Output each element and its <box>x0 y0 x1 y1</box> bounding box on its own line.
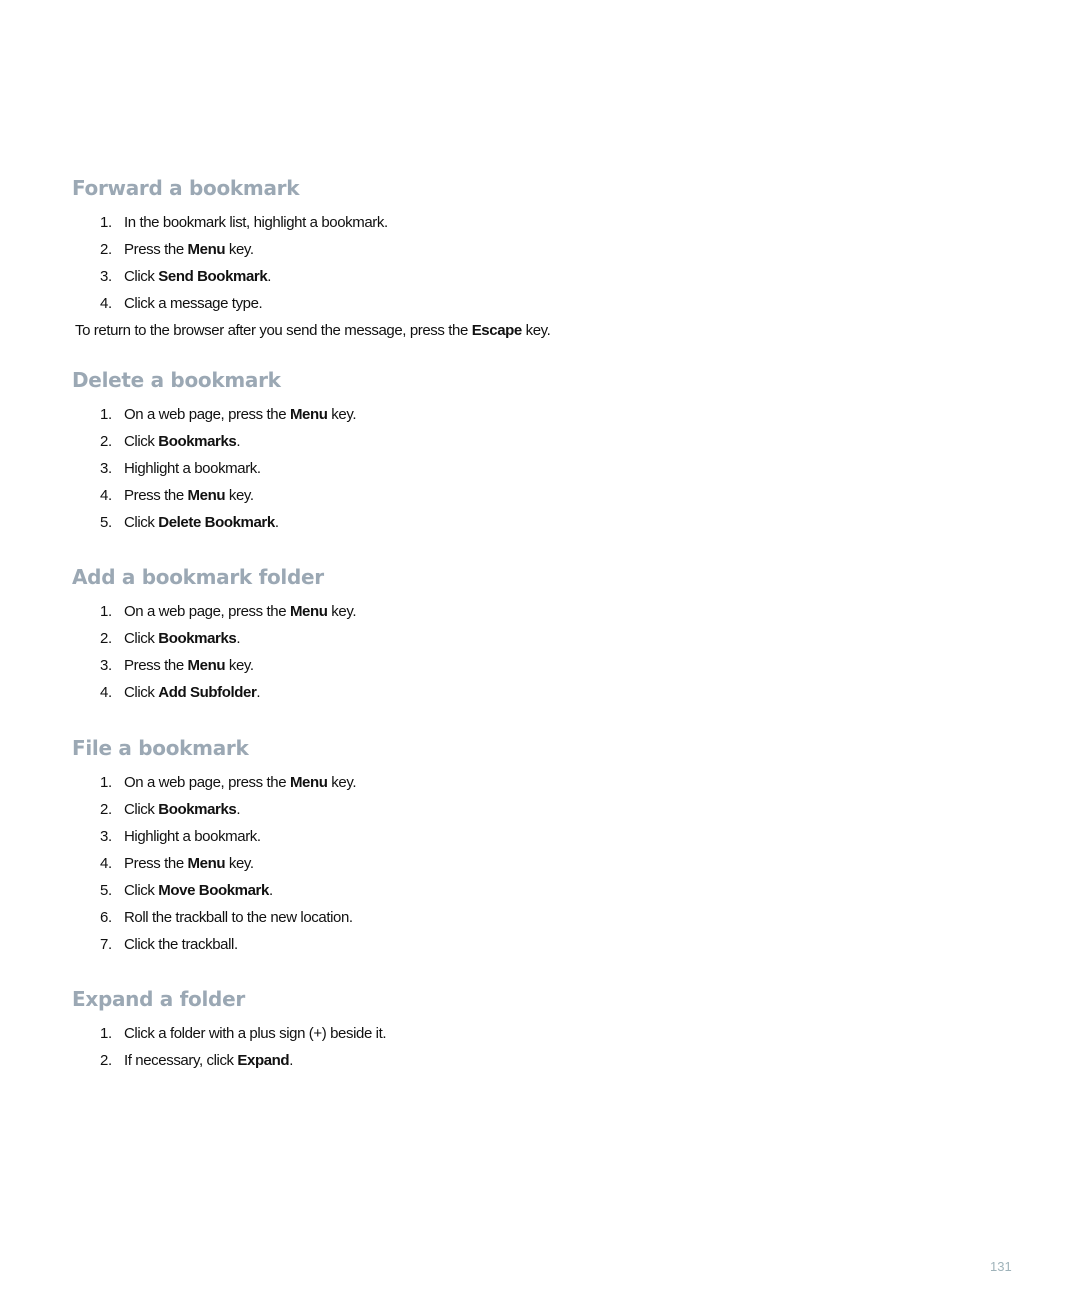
step-item: 5. Click Delete Bookmark. <box>100 514 279 531</box>
section-heading: File a bookmark <box>72 736 249 760</box>
step-item: 4. Click a message type. <box>100 295 263 312</box>
steps-list: 1. On a web page, press the Menu key. 2. C… <box>72 598 972 706</box>
step-item: 4. Press the Menu key. <box>100 487 254 504</box>
step-item: 1. On a web page, press the Menu key. <box>100 603 357 620</box>
section-add-bookmark-folder: Add a bookmark folder 1. On a web page, p… <box>72 563 972 706</box>
steps-list: 1. On a web page, press the Menu key. 2. C… <box>72 401 972 536</box>
step-item: 2. Click Bookmarks. <box>100 801 241 818</box>
step-item: 2. If necessary, click Expand. <box>100 1052 293 1069</box>
step-item: 2. Click Bookmarks. <box>100 630 241 647</box>
steps-list: 1. On a web page, press the Menu key. 2. C… <box>72 769 972 958</box>
section-file-bookmark: File a bookmark 1. On a web page, press t… <box>72 734 972 958</box>
steps-list: 1. Click a folder with a plus sign (+) be… <box>72 1020 972 1074</box>
step-item: 3. Click Send Bookmark. <box>100 268 272 285</box>
step-item: 1. On a web page, press the Menu key. <box>100 406 357 423</box>
note-text: To return to the browser after you send … <box>75 322 551 339</box>
steps-list: 1. In the bookmark list, highlight a book… <box>72 209 972 317</box>
section-heading: Expand a folder <box>72 987 245 1011</box>
section-heading: Delete a bookmark <box>72 368 281 392</box>
step-item: 6. Roll the trackball to the new location… <box>100 909 353 926</box>
step-item: 1. On a web page, press the Menu key. <box>100 774 357 791</box>
step-item: 2. Press the Menu key. <box>100 241 254 258</box>
step-item: 1. Click a folder with a plus sign (+) be… <box>100 1025 387 1042</box>
step-item: 7. Click the trackball. <box>100 936 238 953</box>
step-item: 4. Click Add Subfolder. <box>100 684 261 701</box>
step-item: 4. Press the Menu key. <box>100 855 254 872</box>
step-item: 3. Highlight a bookmark. <box>100 828 261 845</box>
document-page: Forward a bookmark 1. In the bookmark lis… <box>0 0 1080 1296</box>
step-item: 3. Press the Menu key. <box>100 657 254 674</box>
step-item: 5. Click Move Bookmark. <box>100 882 273 899</box>
step-item: 2. Click Bookmarks. <box>100 433 241 450</box>
section-expand-folder: Expand a folder 1. Click a folder with a … <box>72 985 972 1074</box>
step-item: 3. Highlight a bookmark. <box>100 460 261 477</box>
section-forward-bookmark: Forward a bookmark 1. In the bookmark lis… <box>72 174 972 344</box>
page-number: 131 <box>990 1259 1012 1274</box>
section-heading: Add a bookmark folder <box>72 565 324 589</box>
step-item: 1. In the bookmark list, highlight a book… <box>100 214 388 231</box>
section-delete-bookmark: Delete a bookmark 1. On a web page, press… <box>72 366 972 536</box>
section-heading: Forward a bookmark <box>72 176 300 200</box>
